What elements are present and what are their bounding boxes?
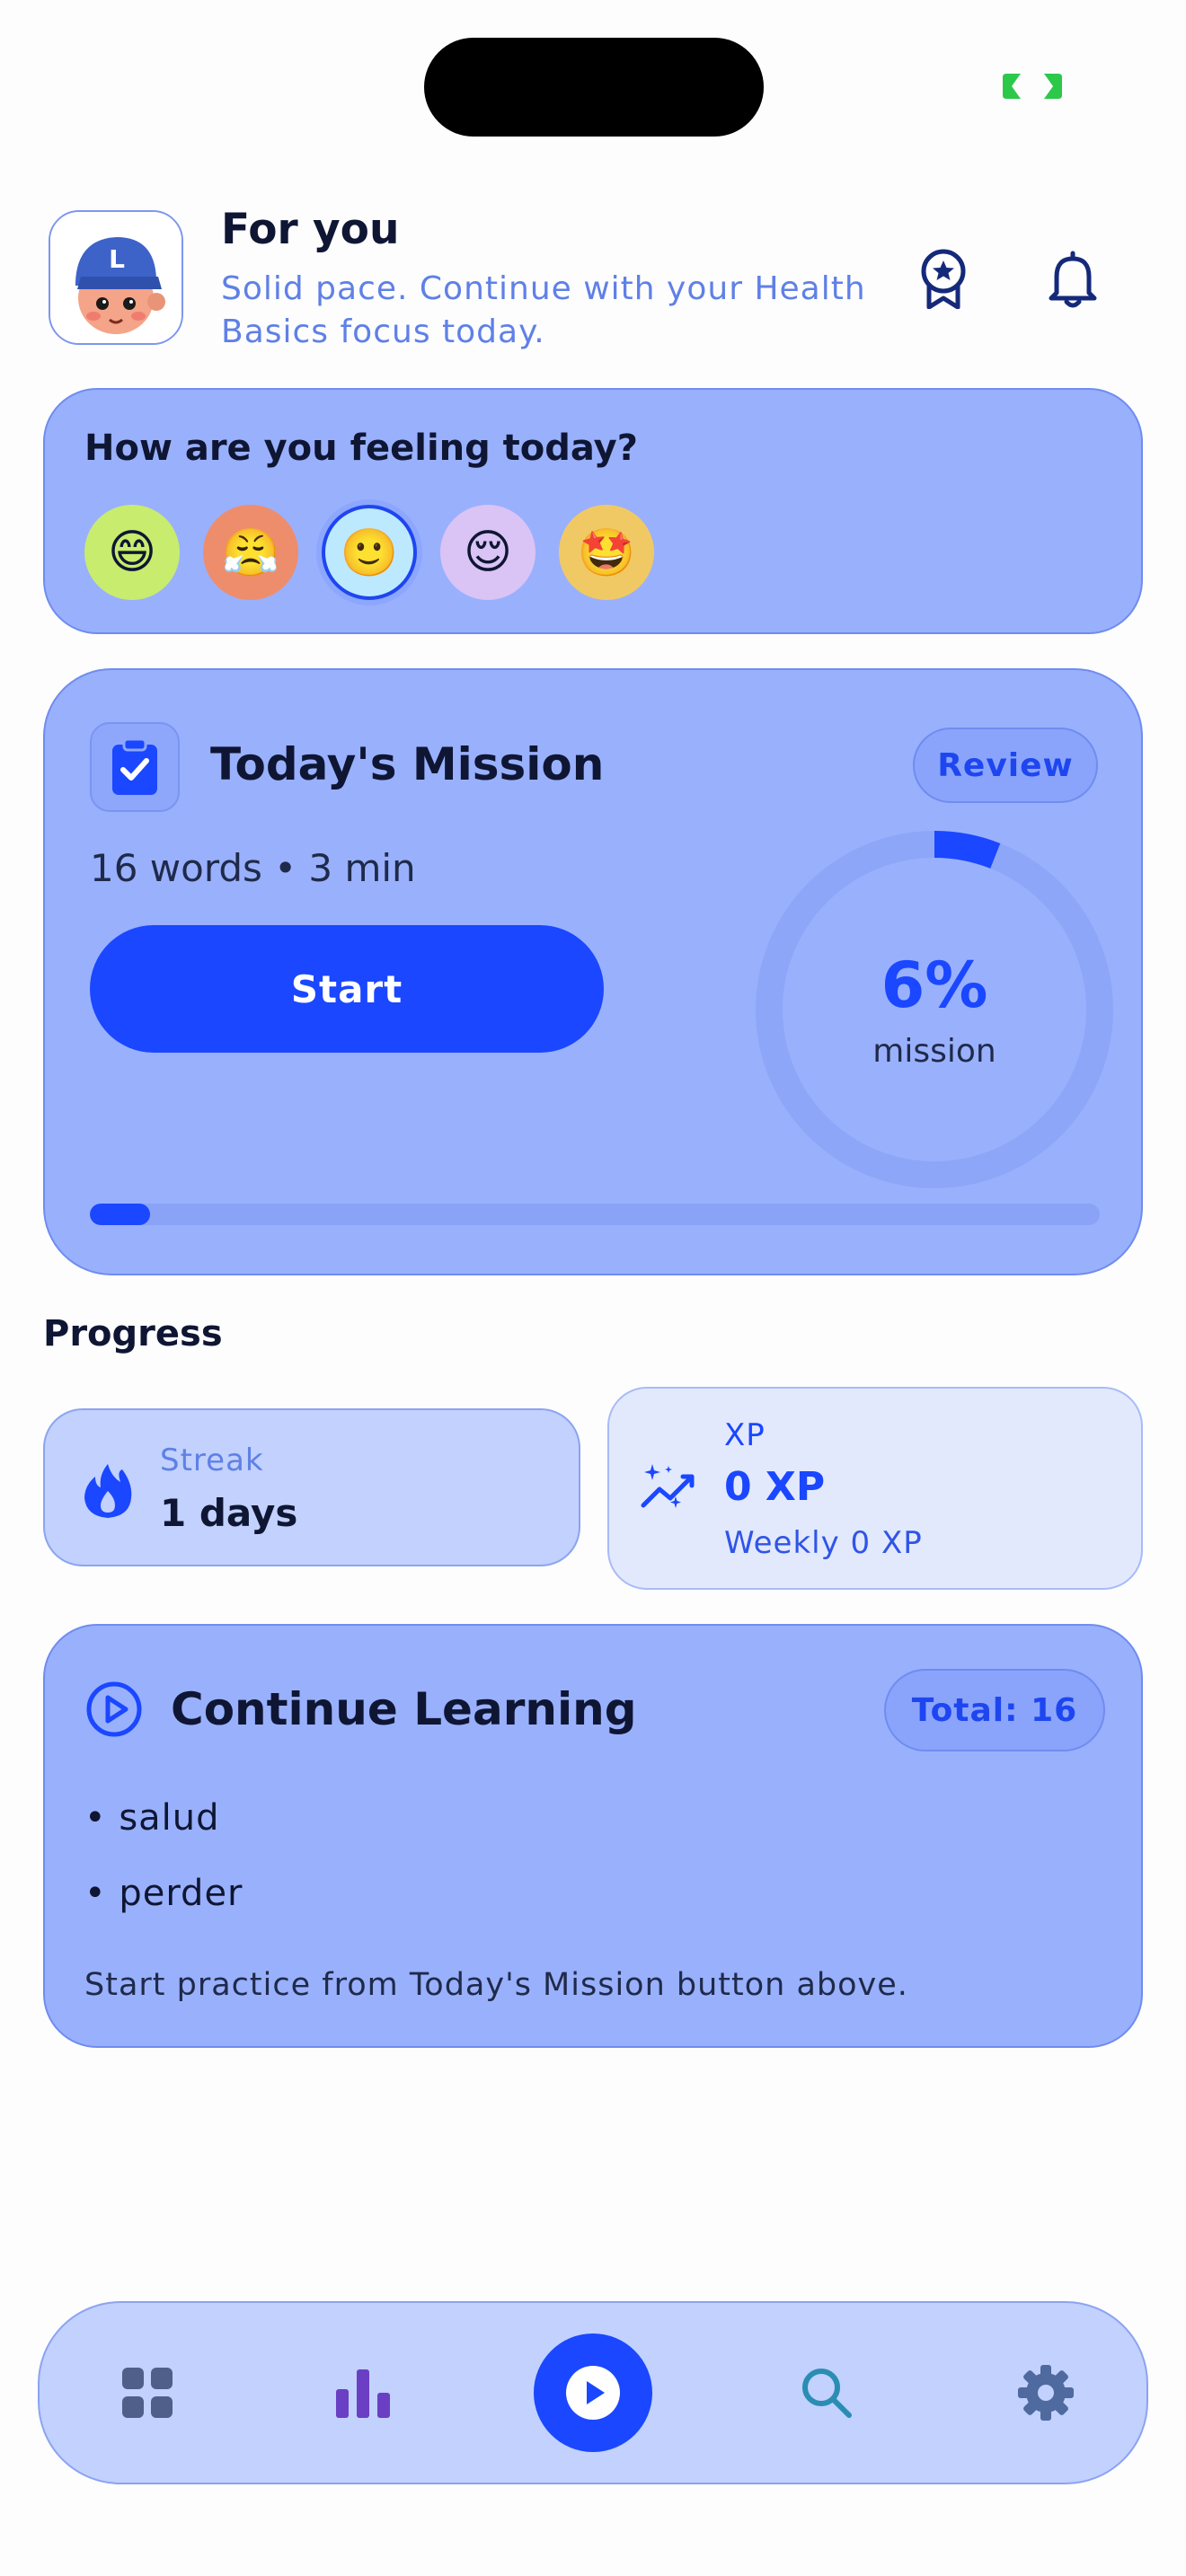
grid-icon[interactable] bbox=[93, 2339, 201, 2447]
dynamic-island bbox=[424, 38, 764, 137]
mood-question: How are you feeling today? bbox=[84, 428, 638, 469]
mood-options: 😄 😤 🙂 😌 🤩 bbox=[84, 505, 654, 600]
xp-weekly: Weekly 0 XP bbox=[724, 1525, 923, 1561]
word-list: salud perder bbox=[84, 1793, 243, 1944]
xp-label: XP bbox=[724, 1417, 766, 1453]
svg-text:L: L bbox=[109, 244, 125, 274]
sparkle-trend-icon bbox=[641, 1464, 695, 1508]
mission-title: Today's Mission bbox=[210, 738, 605, 790]
settings-icon[interactable] bbox=[992, 2339, 1100, 2447]
flame-icon bbox=[84, 1464, 132, 1518]
mood-option-grinning[interactable]: 😄 bbox=[84, 505, 180, 600]
mood-option-relieved[interactable]: 😌 bbox=[440, 505, 535, 600]
status-indicator-icon bbox=[1003, 74, 1062, 99]
streak-card[interactable]: Streak 1 days bbox=[43, 1408, 580, 1566]
mood-card: How are you feeling today? 😄 😤 🙂 😌 🤩 bbox=[43, 388, 1143, 634]
page-title: For you bbox=[221, 205, 400, 254]
avatar[interactable]: L bbox=[49, 210, 183, 345]
mission-progress-bar bbox=[90, 1204, 1100, 1225]
mission-meta: 16 words • 3 min bbox=[90, 846, 416, 890]
xp-value: 0 XP bbox=[724, 1464, 826, 1510]
learning-note: Start practice from Today's Mission butt… bbox=[84, 1967, 908, 2003]
mission-card: Today's Mission Review 16 words • 3 min … bbox=[43, 668, 1143, 1275]
progress-heading: Progress bbox=[43, 1313, 223, 1354]
continue-learning-title: Continue Learning bbox=[171, 1683, 637, 1735]
mood-option-frustrated[interactable]: 😤 bbox=[203, 505, 298, 600]
bell-icon[interactable] bbox=[1040, 243, 1105, 314]
mission-progress-fill bbox=[90, 1204, 151, 1225]
total-badge: Total: 16 bbox=[884, 1669, 1105, 1751]
continue-learning-card: Continue Learning Total: 16 salud perder… bbox=[43, 1624, 1143, 2048]
mission-percent: 6% bbox=[881, 948, 988, 1022]
word-item[interactable]: salud bbox=[84, 1793, 243, 1868]
mood-option-star-struck[interactable]: 🤩 bbox=[559, 505, 654, 600]
mission-percent-label: mission bbox=[872, 1033, 996, 1070]
streak-value: 1 days bbox=[160, 1491, 298, 1535]
streak-label: Streak bbox=[160, 1442, 264, 1478]
play-icon[interactable] bbox=[534, 2333, 652, 2452]
start-button[interactable]: Start bbox=[90, 925, 604, 1053]
clipboard-check-icon bbox=[90, 722, 180, 812]
review-button[interactable]: Review bbox=[913, 728, 1098, 803]
play-circle-icon bbox=[86, 1681, 142, 1737]
word-item[interactable]: perder bbox=[84, 1868, 243, 1944]
stats-icon[interactable] bbox=[309, 2339, 417, 2447]
award-icon[interactable] bbox=[911, 243, 976, 314]
mood-option-smiling[interactable]: 🙂 bbox=[322, 505, 417, 600]
search-icon[interactable] bbox=[773, 2339, 881, 2447]
bottom-nav bbox=[38, 2301, 1148, 2484]
xp-card[interactable]: XP 0 XP Weekly 0 XP bbox=[607, 1387, 1143, 1590]
page-subtitle: Solid pace. Continue with your Health Ba… bbox=[221, 270, 866, 350]
